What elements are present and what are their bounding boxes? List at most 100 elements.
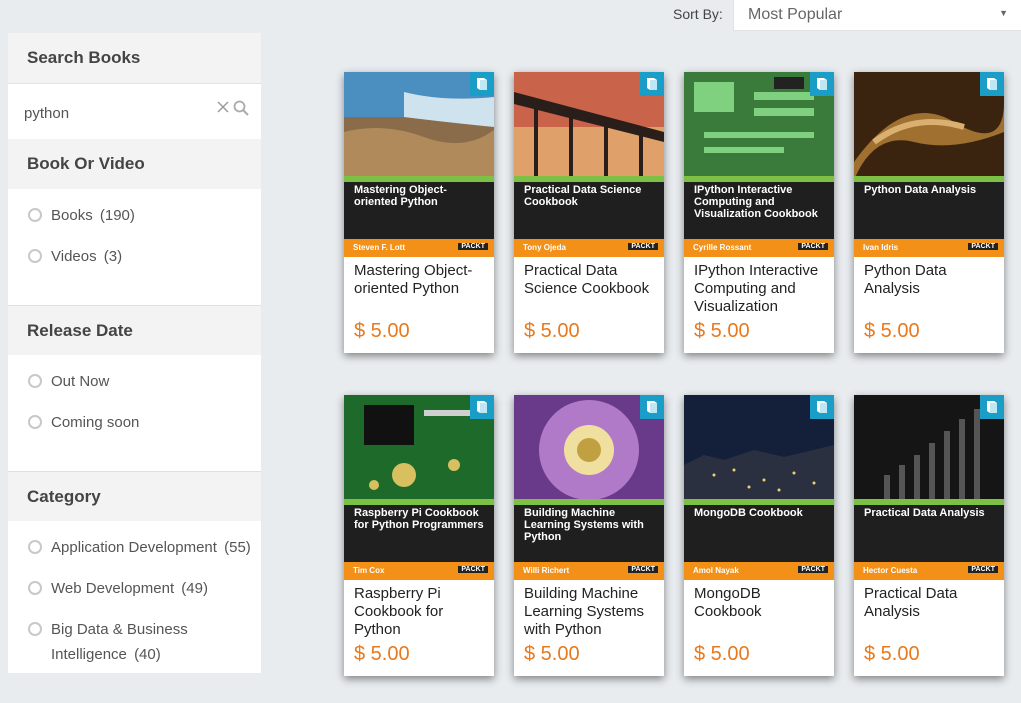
book-title[interactable]: Python Data Analysis (854, 257, 1004, 320)
publisher-logo: PACKT (628, 566, 658, 573)
book-card[interactable]: Practical Data Analysis Hector Cuesta PACK… (854, 395, 1004, 676)
filter-option[interactable]: Web Development (49) (8, 576, 261, 601)
filter-option[interactable]: Big Data & Business Intelligence (40) (8, 617, 261, 667)
radio-button[interactable] (28, 415, 42, 429)
release-date-options: Out Now Coming soon (8, 355, 261, 471)
filter-option-count: (190) (99, 207, 135, 224)
filter-option-count: (49) (181, 580, 208, 597)
search-icon[interactable] (233, 100, 249, 116)
book-price: $ 5.00 (524, 320, 580, 342)
book-price: $ 5.00 (864, 643, 920, 665)
publisher-logo: PACKT (458, 566, 488, 573)
book-or-video-heading: Book Or Video (8, 139, 261, 189)
book-cover[interactable]: Practical Data Science Cookbook Tony Ojed… (514, 72, 664, 257)
book-icon (987, 401, 997, 413)
cover-author: Amol Nayak (693, 566, 739, 575)
filter-option-count: (3) (103, 248, 123, 265)
sort-label: Sort By: (673, 6, 723, 22)
filter-sidebar: Search Books Book Or Video Books (190) Vi… (8, 33, 261, 673)
filter-option[interactable]: Coming soon (8, 410, 261, 435)
filter-option-count: (40) (134, 646, 161, 663)
filter-option-label: Books (51, 207, 93, 224)
book-format-badge (980, 395, 1004, 419)
book-card[interactable]: Raspberry Pi Cookbook for Python Program… (344, 395, 494, 676)
radio-button[interactable] (28, 622, 42, 636)
book-cover[interactable]: Raspberry Pi Cookbook for Python Program… (344, 395, 494, 580)
book-cover[interactable]: Practical Data Analysis Hector Cuesta PACK… (854, 395, 1004, 580)
cover-author: Cyrille Rossant (693, 243, 752, 252)
filter-option[interactable]: Out Now (8, 369, 261, 394)
book-or-video-options: Books (190) Videos (3) (8, 189, 261, 305)
book-cover[interactable]: Building Machine Learning Systems with P… (514, 395, 664, 580)
chevron-down-icon: ▼ (999, 8, 1008, 18)
radio-button[interactable] (28, 540, 42, 554)
close-icon[interactable] (216, 100, 230, 114)
publisher-logo: PACKT (458, 243, 488, 250)
book-card[interactable]: MongoDB Cookbook Amol Nayak PACKT MongoDB C… (684, 395, 834, 676)
book-title[interactable]: Raspberry Pi Cookbook for Python (344, 580, 494, 643)
publisher-logo: PACKT (798, 566, 828, 573)
book-title[interactable]: Mastering Object-oriented Python (344, 257, 494, 320)
book-icon (647, 78, 657, 90)
radio-button[interactable] (28, 208, 42, 222)
book-title[interactable]: MongoDB Cookbook (684, 580, 834, 643)
publisher-logo: PACKT (968, 566, 998, 573)
filter-option-label: Application Development (51, 539, 217, 556)
radio-button[interactable] (28, 374, 42, 388)
book-title[interactable]: Building Machine Learning Systems with P… (514, 580, 664, 643)
cover-author: Tim Cox (353, 566, 385, 575)
filter-option[interactable]: Videos (3) (8, 244, 261, 269)
cover-title: Mastering Object-oriented Python (354, 184, 447, 208)
book-title[interactable]: Practical Data Analysis (854, 580, 1004, 643)
book-format-badge (810, 72, 834, 96)
book-icon (477, 401, 487, 413)
release-date-heading: Release Date (8, 305, 261, 355)
filter-option-label: Out Now (51, 373, 110, 390)
book-cover[interactable]: MongoDB Cookbook Amol Nayak PACKT (684, 395, 834, 580)
book-card[interactable]: Python Data Analysis Ivan Idris PACKT Pytho… (854, 72, 1004, 353)
book-price: $ 5.00 (354, 320, 410, 342)
cover-author: Ivan Idris (863, 243, 899, 252)
book-price: $ 5.00 (354, 643, 410, 665)
book-icon (477, 78, 487, 90)
filter-option-label: Videos (51, 248, 97, 265)
cover-title: IPython Interactive Computing and Visual… (694, 184, 818, 220)
book-cover[interactable]: Python Data Analysis Ivan Idris PACKT (854, 72, 1004, 257)
filter-option-label: Coming soon (51, 414, 140, 431)
filter-option[interactable]: Books (190) (8, 203, 261, 228)
book-format-badge (470, 72, 494, 96)
book-card[interactable]: Practical Data Science Cookbook Tony Ojed… (514, 72, 664, 353)
filter-option-label: Big Data & Business Intelligence (51, 621, 188, 663)
book-card[interactable]: Building Machine Learning Systems with P… (514, 395, 664, 676)
book-icon (817, 78, 827, 90)
radio-button[interactable] (28, 249, 42, 263)
filter-option-count: (55) (224, 539, 251, 556)
book-card[interactable]: Mastering Object-oriented Python Steven F… (344, 72, 494, 353)
book-icon (987, 78, 997, 90)
cover-title: Practical Data Analysis (864, 507, 985, 519)
book-icon (817, 401, 827, 413)
book-title[interactable]: Practical Data Science Cookbook (514, 257, 664, 320)
book-price: $ 5.00 (864, 320, 920, 342)
search-input[interactable] (22, 97, 206, 129)
book-cover[interactable]: IPython Interactive Computing and Visual… (684, 72, 834, 257)
search-books-heading: Search Books (8, 33, 261, 83)
book-icon (647, 401, 657, 413)
cover-author: Hector Cuesta (863, 566, 918, 575)
book-card[interactable]: IPython Interactive Computing and Visual… (684, 72, 834, 353)
radio-button[interactable] (28, 581, 42, 595)
publisher-logo: PACKT (968, 243, 998, 250)
publisher-logo: PACKT (798, 243, 828, 250)
search-row (8, 83, 261, 139)
sort-select[interactable]: Most Popular ▼ (733, 0, 1021, 31)
sort-selected-value: Most Popular (748, 6, 843, 23)
book-format-badge (640, 395, 664, 419)
filter-option[interactable]: Application Development (55) (8, 535, 261, 560)
cover-title: Practical Data Science Cookbook (524, 184, 642, 208)
book-title[interactable]: IPython Interactive Computing and Visual… (684, 257, 834, 320)
publisher-logo: PACKT (628, 243, 658, 250)
cover-title: MongoDB Cookbook (694, 507, 803, 519)
book-cover[interactable]: Mastering Object-oriented Python Steven F… (344, 72, 494, 257)
book-price: $ 5.00 (524, 643, 580, 665)
book-format-badge (980, 72, 1004, 96)
